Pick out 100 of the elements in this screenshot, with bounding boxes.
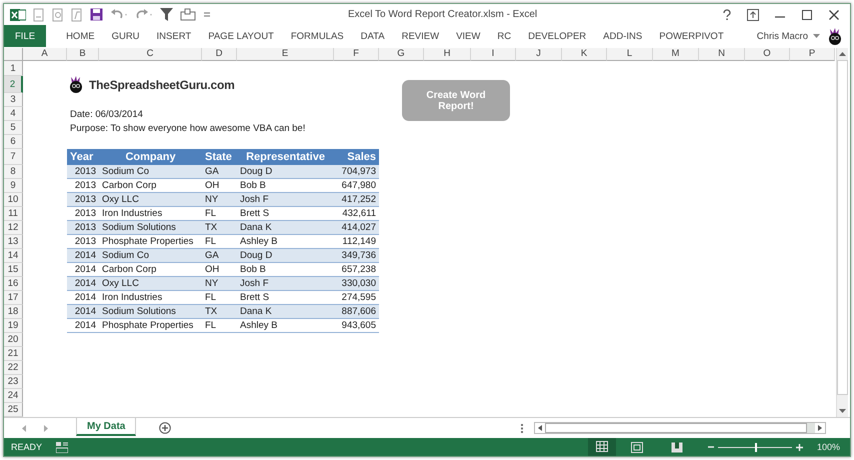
table-cell: TX bbox=[202, 305, 237, 320]
row-header[interactable]: 9 bbox=[4, 179, 23, 194]
table-cell: Phosphate Properties bbox=[99, 319, 202, 334]
column-header[interactable]: A bbox=[23, 48, 67, 62]
row-header[interactable]: 11 bbox=[4, 207, 23, 222]
table-cell: 2013 bbox=[67, 179, 99, 194]
column-header[interactable]: O bbox=[745, 48, 790, 62]
table-cell: 414,027 bbox=[334, 221, 379, 236]
column-header[interactable]: P bbox=[790, 48, 835, 62]
ribbon-tab[interactable]: INSERT bbox=[148, 28, 200, 45]
ribbon-tab[interactable]: GURU bbox=[104, 28, 148, 45]
ribbon-tab[interactable]: DEVELOPER bbox=[520, 28, 594, 45]
user-name[interactable]: Chris Macro bbox=[756, 30, 808, 42]
table-cell: 2014 bbox=[67, 319, 99, 334]
row-header[interactable]: 16 bbox=[4, 277, 23, 292]
column-header[interactable]: D bbox=[202, 48, 237, 62]
ribbon-tab[interactable]: DATA bbox=[352, 28, 393, 45]
row-header[interactable]: 21 bbox=[4, 347, 23, 362]
row-header[interactable]: 10 bbox=[4, 193, 23, 208]
table-cell: 2013 bbox=[67, 221, 99, 236]
status-mode: READY bbox=[11, 442, 42, 452]
column-header[interactable]: L bbox=[607, 48, 653, 62]
row-header[interactable]: 15 bbox=[4, 263, 23, 278]
ribbon-tab[interactable]: REVIEW bbox=[394, 28, 448, 45]
table-cell: GA bbox=[202, 249, 237, 264]
table-cell: Carbon Corp bbox=[99, 263, 202, 278]
table-cell: 330,030 bbox=[334, 277, 379, 292]
table-cell: Oxy LLC bbox=[99, 277, 202, 292]
table-cell: Carbon Corp bbox=[99, 179, 202, 194]
column-header[interactable]: J bbox=[516, 48, 562, 62]
row-header[interactable]: 7 bbox=[4, 149, 23, 166]
table-cell: Phosphate Properties bbox=[99, 235, 202, 250]
table-cell: 2013 bbox=[67, 207, 99, 222]
table-cell: 112,149 bbox=[334, 235, 379, 250]
row-header[interactable]: 8 bbox=[4, 165, 23, 180]
table-cell: 943,605 bbox=[334, 319, 379, 334]
table-cell: 2014 bbox=[67, 249, 99, 264]
table-header-cell: Year bbox=[67, 149, 99, 166]
ribbon-tab[interactable]: RC bbox=[489, 28, 520, 45]
table-cell: NY bbox=[202, 277, 237, 292]
row-header[interactable]: 22 bbox=[4, 361, 23, 376]
table-cell: FL bbox=[202, 319, 237, 334]
row-header[interactable]: 25 bbox=[4, 403, 23, 418]
table-cell: Josh F bbox=[237, 193, 334, 208]
row-header[interactable]: 6 bbox=[4, 135, 23, 150]
table-cell: Josh F bbox=[237, 277, 334, 292]
table-cell: 417,252 bbox=[334, 193, 379, 208]
table-cell: 704,973 bbox=[334, 165, 379, 180]
table-header-cell: Representative bbox=[237, 149, 334, 166]
ribbon-tab[interactable]: FORMULAS bbox=[282, 28, 352, 45]
column-header[interactable]: N bbox=[699, 48, 745, 62]
column-header[interactable]: H bbox=[424, 48, 471, 62]
row-header[interactable]: 13 bbox=[4, 235, 23, 250]
window-title: Excel To Word Report Creator.xlsm - Excel bbox=[348, 9, 538, 20]
table-cell: 2013 bbox=[67, 165, 99, 180]
table-header-cell: State bbox=[202, 149, 237, 166]
table-header-cell: Sales bbox=[334, 149, 379, 166]
logo-text: TheSpreadsheetGuru.com bbox=[89, 78, 235, 92]
row-header[interactable]: 12 bbox=[4, 221, 23, 236]
table-cell: 2014 bbox=[67, 305, 99, 320]
ribbon-tab[interactable]: POWERPIVOT bbox=[651, 28, 732, 45]
column-header[interactable]: C bbox=[99, 48, 202, 62]
sheet-tab[interactable]: My Data bbox=[76, 418, 136, 436]
table-cell: GA bbox=[202, 165, 237, 180]
row-header[interactable]: 23 bbox=[4, 375, 23, 390]
row-header[interactable]: 2 bbox=[4, 76, 23, 94]
table-cell: 2014 bbox=[67, 277, 99, 292]
column-header[interactable]: I bbox=[471, 48, 516, 62]
table-cell: NY bbox=[202, 193, 237, 208]
table-cell: 647,980 bbox=[334, 179, 379, 194]
row-header[interactable]: 18 bbox=[4, 305, 23, 320]
table-cell: OH bbox=[202, 263, 237, 278]
table-cell: Doug D bbox=[237, 165, 334, 180]
table-cell: 2014 bbox=[67, 263, 99, 278]
column-header[interactable]: G bbox=[379, 48, 424, 62]
file-tab[interactable]: FILE bbox=[4, 25, 46, 48]
column-header[interactable]: B bbox=[67, 48, 99, 62]
table-cell: 887,606 bbox=[334, 305, 379, 320]
row-header[interactable]: 5 bbox=[4, 121, 23, 136]
ribbon-tab[interactable]: PAGE LAYOUT bbox=[200, 28, 282, 45]
row-header[interactable]: 20 bbox=[4, 333, 23, 348]
row-header[interactable]: 4 bbox=[4, 107, 23, 122]
zoom-level[interactable]: 100% bbox=[816, 442, 840, 452]
table-cell: OH bbox=[202, 179, 237, 194]
column-header[interactable]: K bbox=[562, 48, 607, 62]
table-cell: FL bbox=[202, 207, 237, 222]
column-header[interactable]: F bbox=[334, 48, 379, 62]
ribbon-tab[interactable]: HOME bbox=[58, 28, 103, 45]
table-cell: Brett S bbox=[237, 207, 334, 222]
column-header[interactable]: E bbox=[237, 48, 334, 62]
row-header[interactable]: 1 bbox=[4, 61, 23, 76]
row-header[interactable]: 24 bbox=[4, 389, 23, 404]
ribbon-tab[interactable]: VIEW bbox=[448, 28, 488, 45]
ribbon-tab[interactable]: ADD-INS bbox=[595, 28, 650, 45]
row-header[interactable]: 3 bbox=[4, 93, 23, 108]
column-header[interactable]: M bbox=[653, 48, 699, 62]
table-cell: 657,238 bbox=[334, 263, 379, 278]
row-header[interactable]: 19 bbox=[4, 319, 23, 334]
row-header[interactable]: 17 bbox=[4, 291, 23, 306]
row-header[interactable]: 14 bbox=[4, 249, 23, 264]
